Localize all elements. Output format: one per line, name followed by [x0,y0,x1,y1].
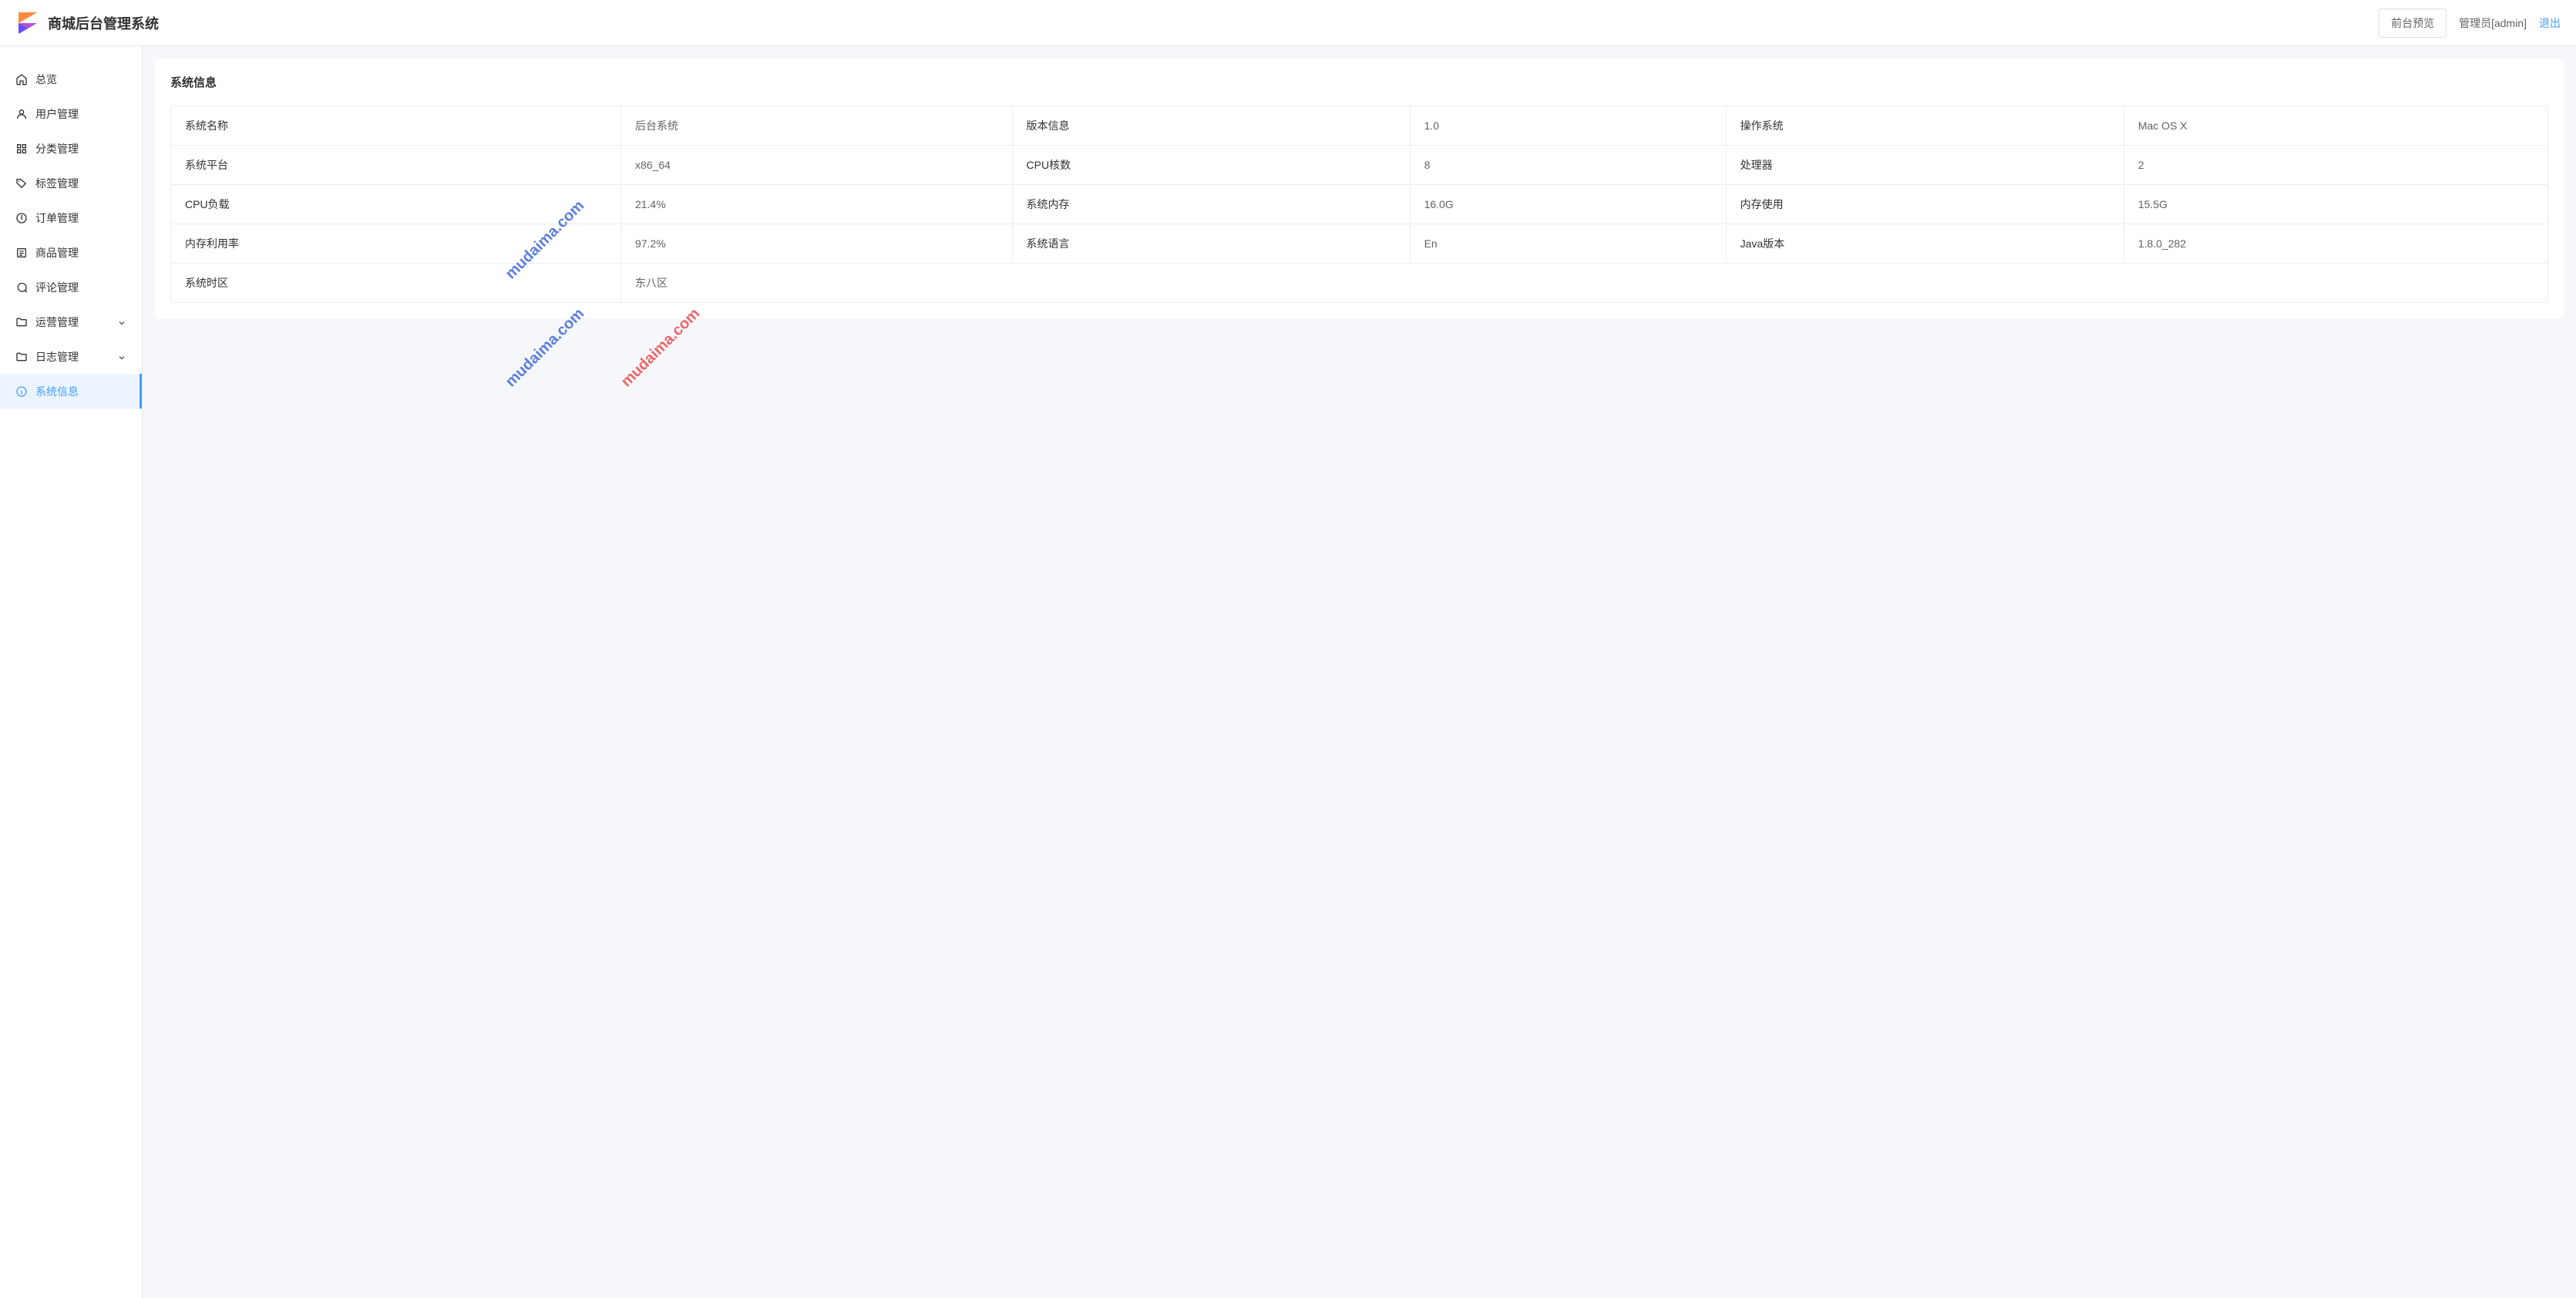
folder-icon [15,316,28,328]
info-value: 21.4% [620,185,1012,224]
current-user-label: 管理员[admin] [2459,15,2527,31]
info-value: 16.0G [1410,185,1726,224]
sidebar-item-label: 标签管理 [35,176,126,191]
info-label: 系统名称 [171,106,621,146]
sidebar-item-5[interactable]: 商品管理 [0,235,142,270]
info-value: x86_64 [620,146,1012,185]
info-value: Mac OS X [2124,106,2547,146]
header-left: 商城后台管理系统 [15,11,159,35]
info-label: CPU负载 [171,185,621,224]
header: 商城后台管理系统 前台预览 管理员[admin] 退出 [0,0,2576,46]
sidebar-item-label: 评论管理 [35,280,126,295]
info-value: 97.2% [620,224,1012,264]
user-icon [15,108,28,120]
table-row: CPU负载21.4%系统内存16.0G内存使用15.5G [171,185,2548,224]
table-row: 内存利用率97.2%系统语言EnJava版本1.8.0_282 [171,224,2548,264]
sidebar-item-8[interactable]: 日志管理 [0,339,142,374]
info-value: 1.8.0_282 [2124,224,2547,264]
product-icon [15,247,28,259]
info-value: 后台系统 [620,106,1012,146]
info-label: 系统语言 [1012,224,1410,264]
sidebar-item-label: 订单管理 [35,210,126,226]
comment-icon [15,281,28,294]
table-row: 系统平台x86_64CPU核数8处理器2 [171,146,2548,185]
info-label: 内存使用 [1726,185,2124,224]
info-label: 操作系统 [1726,106,2124,146]
sidebar-item-label: 商品管理 [35,245,126,261]
sidebar-item-6[interactable]: 评论管理 [0,270,142,304]
sidebar-item-label: 分类管理 [35,141,126,156]
info-label: Java版本 [1726,224,2124,264]
folder-icon [15,351,28,363]
sidebar-item-label: 总览 [35,72,126,87]
info-value: 东八区 [620,264,2547,303]
system-info-card: 系统信息 系统名称后台系统版本信息1.0操作系统Mac OS X系统平台x86_… [155,59,2564,318]
sidebar-item-label: 运营管理 [35,314,117,330]
app-logo-icon [15,11,40,35]
chevron-down-icon [117,318,126,327]
order-icon [15,212,28,224]
info-label: CPU核数 [1012,146,1410,185]
sidebar-item-2[interactable]: 分类管理 [0,131,142,166]
info-icon [15,385,28,398]
info-label: 系统时区 [171,264,621,303]
chevron-down-icon [117,352,126,361]
home-icon [15,73,28,86]
info-label: 处理器 [1726,146,2124,185]
sidebar-item-7[interactable]: 运营管理 [0,304,142,339]
sidebar-item-9[interactable]: 系统信息 [0,374,142,409]
info-value: 1.0 [1410,106,1726,146]
app-title: 商城后台管理系统 [48,13,159,33]
info-value: 2 [2124,146,2547,185]
info-value: 15.5G [2124,185,2547,224]
sidebar-item-0[interactable]: 总览 [0,62,142,96]
sidebar-item-4[interactable]: 订单管理 [0,200,142,235]
table-row: 系统时区东八区 [171,264,2548,303]
logout-link[interactable]: 退出 [2539,15,2561,31]
category-icon [15,143,28,155]
info-value: En [1410,224,1726,264]
sidebar-item-label: 日志管理 [35,349,117,365]
info-label: 内存利用率 [171,224,621,264]
table-row: 系统名称后台系统版本信息1.0操作系统Mac OS X [171,106,2548,146]
card-title: 系统信息 [170,74,2548,90]
sidebar-item-label: 系统信息 [35,384,126,399]
info-value: 8 [1410,146,1726,185]
sidebar-item-label: 用户管理 [35,106,126,122]
main-content: 系统信息 系统名称后台系统版本信息1.0操作系统Mac OS X系统平台x86_… [143,46,2576,1298]
sidebar-item-3[interactable]: 标签管理 [0,166,142,200]
tag-icon [15,177,28,190]
info-label: 系统平台 [171,146,621,185]
preview-button[interactable]: 前台预览 [2379,8,2447,38]
system-info-table: 系统名称后台系统版本信息1.0操作系统Mac OS X系统平台x86_64CPU… [170,106,2548,303]
info-label: 系统内存 [1012,185,1410,224]
sidebar: 总览用户管理分类管理标签管理订单管理商品管理评论管理运营管理日志管理系统信息 [0,46,143,1298]
info-label: 版本信息 [1012,106,1410,146]
header-right: 前台预览 管理员[admin] 退出 [2379,8,2561,38]
sidebar-item-1[interactable]: 用户管理 [0,96,142,131]
